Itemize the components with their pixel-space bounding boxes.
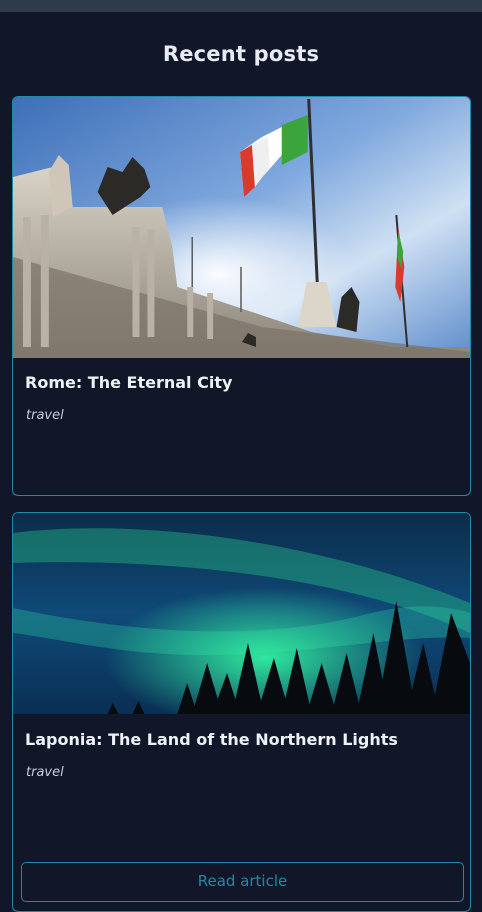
section-title: Recent posts — [162, 42, 320, 66]
post-image-northern-lights — [13, 513, 470, 714]
read-article-button[interactable]: Read article — [21, 862, 464, 902]
top-bar — [0, 0, 482, 12]
post-card[interactable]: Laponia: The Land of the Northern Lights… — [12, 512, 471, 912]
post-title[interactable]: Laponia: The Land of the Northern Lights — [25, 730, 398, 749]
post-tag: travel — [26, 408, 64, 423]
post-image-rome — [13, 97, 470, 358]
post-title[interactable]: Rome: The Eternal City — [25, 373, 232, 392]
post-card[interactable]: Rome: The Eternal City travel — [12, 96, 471, 496]
post-tag: travel — [26, 765, 64, 780]
